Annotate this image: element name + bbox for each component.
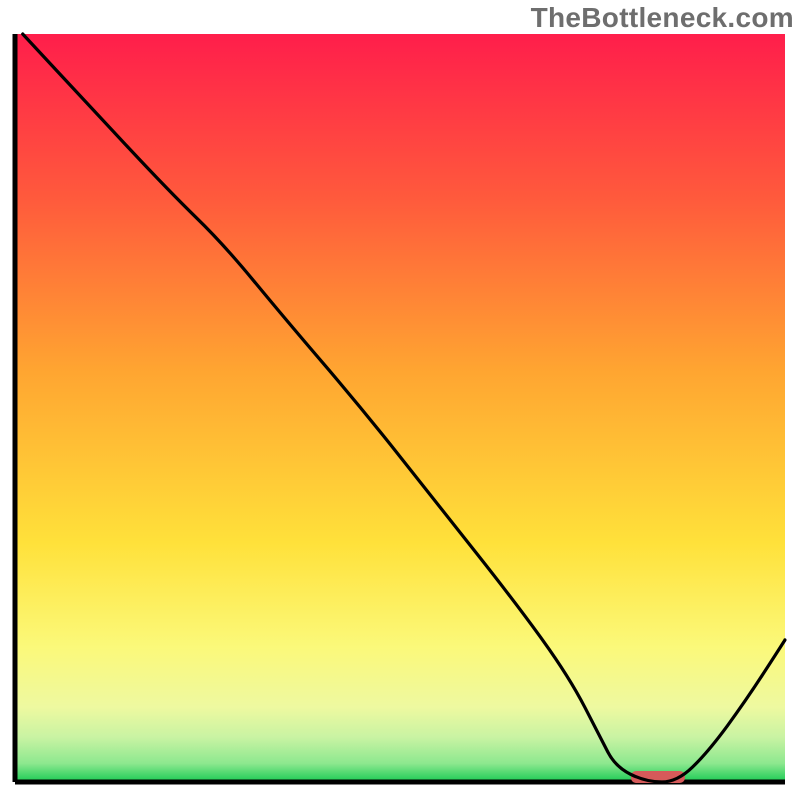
gradient-background xyxy=(15,34,785,782)
chart-root: TheBottleneck.com xyxy=(0,0,800,800)
watermark-text: TheBottleneck.com xyxy=(531,2,794,34)
chart-svg xyxy=(0,0,800,800)
